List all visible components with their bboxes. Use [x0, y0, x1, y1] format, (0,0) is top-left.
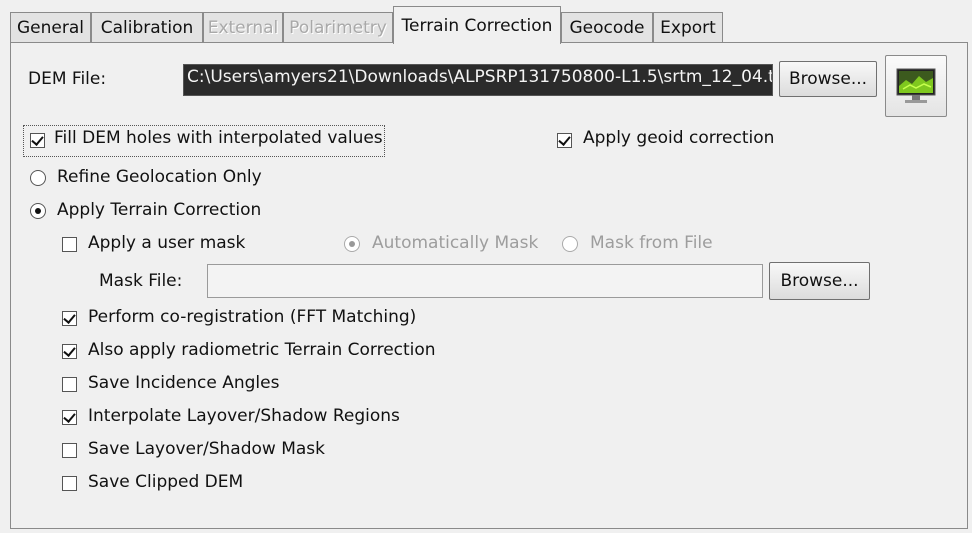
tab-external: External: [203, 12, 283, 42]
apply-terrain-correction-radio[interactable]: [30, 203, 46, 219]
apply-terrain-correction-label[interactable]: Apply Terrain Correction: [57, 200, 261, 220]
radiometric-tc-checkbox[interactable]: [62, 344, 77, 359]
mask-file-label: Mask File:: [99, 271, 183, 291]
geoid-label[interactable]: Apply geoid correction: [583, 128, 774, 148]
radiometric-tc-label[interactable]: Also apply radiometric Terrain Correctio…: [88, 340, 436, 360]
fill-holes-label[interactable]: Fill DEM holes with interpolated values: [54, 128, 383, 148]
mask-browse-button[interactable]: Browse...: [769, 262, 870, 300]
monitor-terrain-icon: [896, 68, 936, 103]
tab-bar: General Calibration External Polarimetry…: [10, 6, 970, 44]
dem-file-label: DEM File:: [28, 69, 107, 89]
save-clipped-dem-checkbox[interactable]: [62, 476, 77, 491]
tab-label: Calibration: [100, 17, 194, 38]
tab-label: Terrain Correction: [401, 15, 553, 36]
save-layover-mask-checkbox[interactable]: [62, 443, 77, 458]
auto-mask-radio: [344, 236, 360, 252]
geoid-checkbox[interactable]: [557, 133, 572, 148]
tab-label: General: [17, 17, 84, 38]
user-mask-checkbox[interactable]: [62, 237, 77, 252]
dem-preview-button[interactable]: [885, 55, 947, 117]
dem-file-field[interactable]: C:\Users\amyers21\Downloads\ALPSRP131750…: [183, 64, 773, 96]
mask-file-field: [207, 264, 763, 298]
tab-calibration[interactable]: Calibration: [91, 12, 203, 42]
coregistration-label[interactable]: Perform co-registration (FFT Matching): [88, 307, 416, 327]
tab-terrain-correction[interactable]: Terrain Correction: [393, 6, 561, 44]
save-incidence-angles-checkbox[interactable]: [62, 377, 77, 392]
dem-browse-button[interactable]: Browse...: [779, 61, 877, 97]
refine-geolocation-radio[interactable]: [30, 170, 46, 186]
fill-holes-checkbox[interactable]: [30, 133, 45, 148]
tab-polarimetry: Polarimetry: [283, 12, 393, 42]
tab-label: Polarimetry: [289, 17, 387, 38]
tab-label: External: [207, 17, 279, 38]
refine-geolocation-label[interactable]: Refine Geolocation Only: [57, 167, 262, 187]
terrain-correction-panel: DEM File: C:\Users\amyers21\Downloads\AL…: [10, 42, 968, 529]
mask-from-file-radio: [562, 236, 578, 252]
tab-general[interactable]: General: [10, 12, 91, 42]
interpolate-layover-checkbox[interactable]: [62, 410, 77, 425]
tab-label: Export: [660, 17, 716, 38]
tab-label: Geocode: [569, 17, 645, 38]
save-clipped-dem-label[interactable]: Save Clipped DEM: [88, 472, 243, 492]
coregistration-checkbox[interactable]: [62, 311, 77, 326]
tab-export[interactable]: Export: [653, 12, 723, 42]
tab-geocode[interactable]: Geocode: [561, 12, 653, 42]
save-incidence-angles-label[interactable]: Save Incidence Angles: [88, 373, 279, 393]
save-layover-mask-label[interactable]: Save Layover/Shadow Mask: [88, 439, 325, 459]
user-mask-label[interactable]: Apply a user mask: [88, 233, 245, 253]
mask-from-file-label: Mask from File: [590, 233, 713, 253]
interpolate-layover-label[interactable]: Interpolate Layover/Shadow Regions: [88, 406, 400, 426]
auto-mask-label: Automatically Mask: [372, 233, 539, 253]
